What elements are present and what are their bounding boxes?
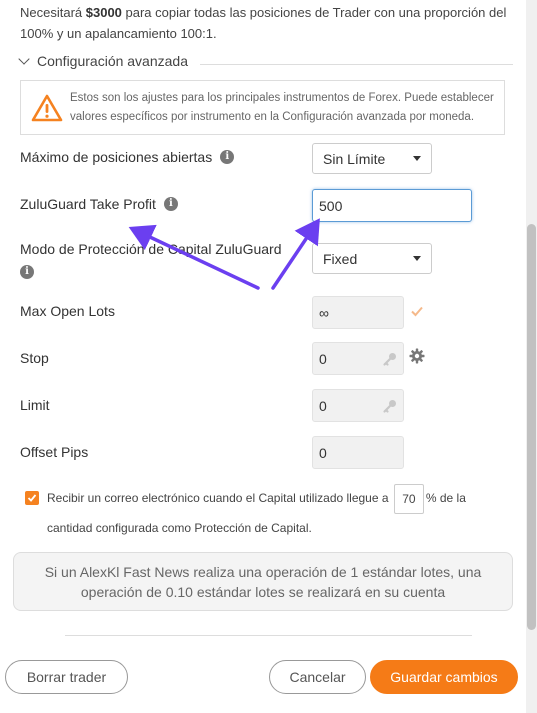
warning-text: Estos son los ajustes para los principal…	[70, 92, 494, 123]
required-amount: $3000	[85, 5, 122, 20]
max-open-lots-label: Max Open Lots	[20, 303, 115, 319]
lot-size-notice: Si un AlexKl Fast News realiza una opera…	[13, 552, 513, 611]
info-icon[interactable]: i	[220, 150, 235, 164]
max-positions-label: Máximo de posiciones abiertas i	[20, 149, 235, 165]
key-icon	[383, 400, 396, 413]
info-icon[interactable]: i	[20, 265, 34, 279]
caret-down-icon	[413, 156, 421, 161]
max-positions-select[interactable]: Sin Límite	[312, 143, 432, 174]
chevron-down-icon	[18, 53, 30, 65]
info-icon[interactable]: i	[163, 197, 178, 211]
offset-pips-input[interactable]: 0	[312, 436, 404, 469]
caret-down-icon	[413, 256, 421, 261]
take-profit-label: ZuluGuard Take Profit i	[20, 196, 178, 212]
stop-label: Stop	[20, 350, 49, 366]
save-changes-button[interactable]: Guardar cambios	[370, 660, 518, 694]
max-open-lots-input[interactable]: ∞	[312, 296, 404, 329]
advanced-settings-toggle[interactable]: Configuración avanzada	[18, 53, 188, 69]
email-alert-percent-input[interactable]: 70	[393, 484, 424, 514]
footer-divider	[65, 635, 472, 636]
section-divider	[200, 64, 513, 65]
remove-trader-button[interactable]: Borrar trader	[5, 660, 128, 694]
max-positions-value: Sin Límite	[323, 150, 386, 167]
cancel-button[interactable]: Cancelar	[269, 660, 366, 694]
protection-mode-value: Fixed	[323, 250, 358, 267]
stop-input[interactable]: 0	[312, 342, 404, 375]
forex-settings-warning: Estos son los ajustes para los principal…	[20, 80, 505, 135]
checkmark-icon[interactable]	[410, 304, 424, 318]
email-alert-checkbox[interactable]	[25, 491, 39, 505]
protection-mode-select[interactable]: Fixed	[312, 243, 432, 274]
take-profit-input[interactable]: 500	[312, 189, 472, 222]
capital-requirement-text: Necesitará $3000 para copiar todas las p…	[20, 5, 507, 41]
email-alert-text: Recibir un correo electrónico cuando el …	[47, 484, 507, 542]
warning-icon	[31, 94, 63, 122]
advanced-settings-title: Configuración avanzada	[37, 53, 188, 69]
limit-label: Limit	[20, 397, 50, 413]
protection-mode-label: Modo de Protección de Capital ZuluGuard …	[20, 241, 282, 279]
checkmark-icon	[27, 494, 37, 502]
gear-icon[interactable]	[409, 348, 425, 364]
key-icon	[383, 353, 396, 366]
offset-pips-label: Offset Pips	[20, 444, 89, 460]
scrollbar-thumb[interactable]	[527, 224, 536, 630]
limit-input[interactable]: 0	[312, 389, 404, 422]
